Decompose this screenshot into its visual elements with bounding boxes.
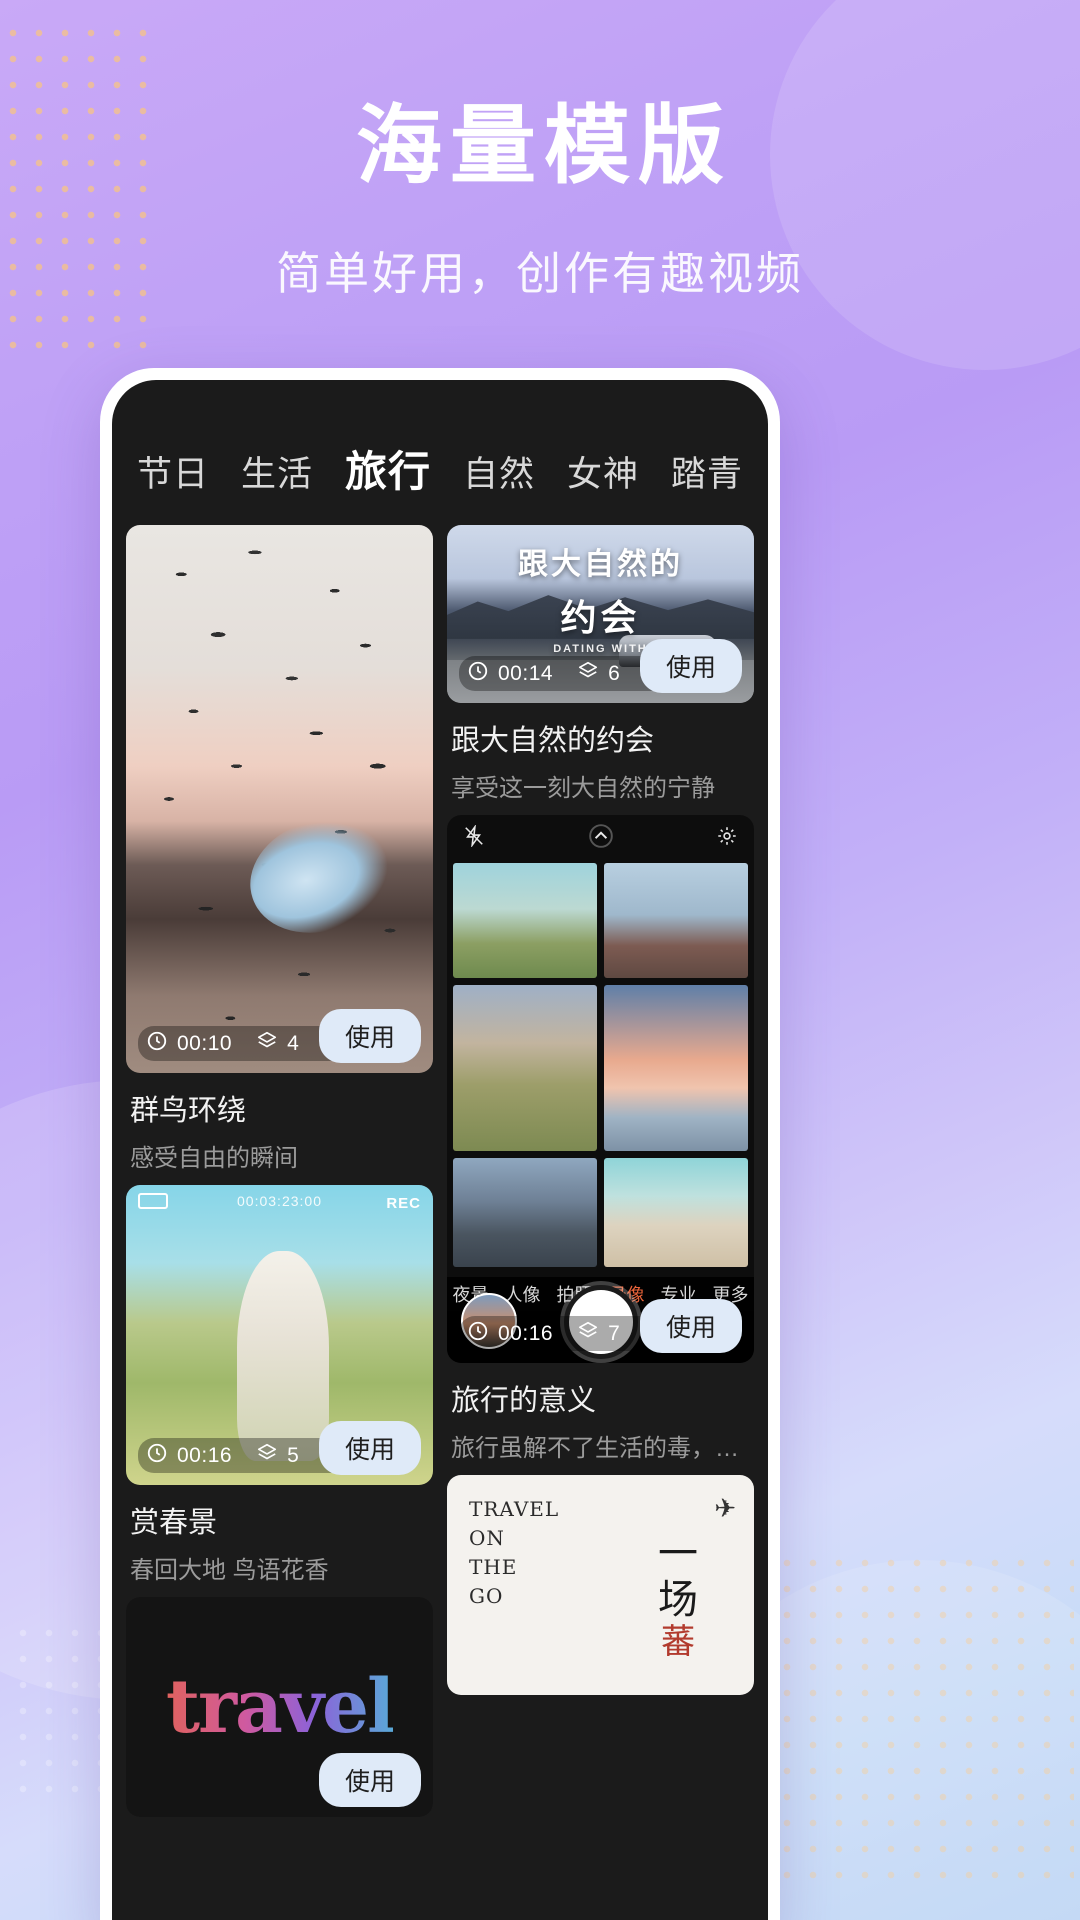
togo-cn-text: 一 场 蕃 <box>658 1531 698 1662</box>
template-overlay-text: 跟大自然的 约会 DATING WITH <box>447 539 754 655</box>
togo-line-4: GO <box>469 1584 504 1608</box>
promo-subtitle: 简单好用，创作有趣视频 <box>275 247 804 299</box>
template-description: 享受这一刻大自然的宁静 <box>451 775 715 802</box>
template-title: 旅行的意义 <box>451 1385 597 1417</box>
template-duration: 00:16 <box>498 1321 554 1345</box>
template-duration: 00:10 <box>177 1031 233 1055</box>
template-layer-count: 5 <box>287 1443 300 1467</box>
clock-icon <box>146 1030 168 1057</box>
template-layer-count: 4 <box>287 1031 300 1055</box>
dot-pattern-bottom-right <box>774 1550 1074 1880</box>
template-grid-column-left: 00:10 4 0 使用 <box>126 525 433 1817</box>
grid-photo <box>453 984 597 1152</box>
template-description: 旅行虽解不了生活的毒，却… <box>451 1435 754 1462</box>
template-card-nature-date[interactable]: 跟大自然的 约会 DATING WITH 00:14 6 使用 跟大自然的约会 … <box>447 525 754 805</box>
togo-cn-line-1: 一 <box>658 1532 698 1576</box>
camera-photo-grid <box>453 863 748 1267</box>
template-meta: 00:16 7 0 <box>459 1316 669 1351</box>
template-thumbnail[interactable]: 夜景 人像 拍照 录像 专业 更多 <box>447 815 754 1363</box>
camera-top-bar <box>447 815 754 861</box>
tab-spring-outing[interactable]: 踏青 <box>669 446 745 497</box>
template-title: 赏春景 <box>130 1507 218 1539</box>
grid-photo <box>453 863 597 978</box>
use-button[interactable]: 使用 <box>318 1009 421 1063</box>
tab-nature[interactable]: 自然 <box>461 446 537 497</box>
overlay-line-1: 跟大自然的 <box>518 548 683 582</box>
template-layer-count: 7 <box>608 1321 621 1345</box>
rec-indicator: REC <box>386 1195 421 1212</box>
use-button[interactable]: 使用 <box>318 1421 421 1475</box>
template-grid: 00:10 4 0 使用 <box>112 525 768 1817</box>
chevron-up-icon[interactable] <box>588 823 614 854</box>
layers-icon <box>577 660 599 687</box>
travel-word: travel <box>165 1664 395 1750</box>
use-button[interactable]: 使用 <box>639 1299 742 1353</box>
layers-icon <box>256 1442 278 1469</box>
grid-photo <box>604 1158 748 1267</box>
promo-text-block: 海量模版 简单好用，创作有趣视频 <box>0 100 1080 302</box>
grid-photo <box>604 863 748 978</box>
recording-timecode: 00:03:23:00 <box>237 1193 322 1209</box>
grid-photo <box>604 984 748 1152</box>
tab-life[interactable]: 生活 <box>239 446 315 497</box>
battery-icon <box>138 1193 168 1209</box>
gear-icon[interactable] <box>716 825 738 852</box>
clock-icon <box>467 1320 489 1347</box>
togo-line-2: ON <box>469 1526 505 1550</box>
airplane-icon: ✈ <box>714 1493 736 1523</box>
camera-ui-artwork: 夜景 人像 拍照 录像 专业 更多 <box>447 815 754 1363</box>
use-button[interactable]: 使用 <box>318 1753 421 1807</box>
template-card-spring[interactable]: 00:03:23:00 REC 00:16 5 使用 赏春景 春回大地 鸟语花香 <box>126 1185 433 1587</box>
togo-line-1: TRAVEL <box>469 1497 560 1521</box>
template-meta: 00:10 4 0 <box>138 1026 348 1061</box>
togo-line-3: THE <box>469 1555 518 1579</box>
promo-title: 海量模版 <box>356 98 732 194</box>
template-title: 跟大自然的约会 <box>451 725 655 757</box>
tab-travel[interactable]: 旅行 <box>343 438 433 499</box>
layers-icon <box>256 1030 278 1057</box>
category-tab-bar[interactable]: 节日 生活 旅行 自然 女神 踏青 <box>112 380 768 525</box>
birds-on-beach-artwork <box>126 525 433 1073</box>
phone-screen: 节日 生活 旅行 自然 女神 踏青 00:10 4 使用 群鸟环绕 感受自由的瞬… <box>112 380 768 1920</box>
template-card-birds[interactable]: 00:10 4 0 使用 <box>126 525 433 1175</box>
template-title: 群鸟环绕 <box>130 1095 247 1127</box>
clock-icon <box>467 660 489 687</box>
template-thumbnail[interactable]: 跟大自然的 约会 DATING WITH 00:14 6 使用 <box>447 525 754 703</box>
template-thumbnail[interactable]: 00:10 4 0 使用 <box>126 525 433 1073</box>
travel-on-the-go-artwork: TRAVEL ON THE GO ✈ 一 场 蕃 <box>447 1475 754 1695</box>
template-duration: 00:16 <box>177 1443 233 1467</box>
togo-cn-accent: 蕃 <box>661 1623 695 1661</box>
phone-mockup: 节日 生活 旅行 自然 女神 踏青 00:10 4 使用 群鸟环绕 感受自由的瞬… <box>100 368 780 1920</box>
template-card-travel-meaning[interactable]: 夜景 人像 拍照 录像 专业 更多 <box>447 815 754 1465</box>
template-layer-count: 6 <box>608 661 621 685</box>
template-thumbnail[interactable]: 00:03:23:00 REC 00:16 5 使用 <box>126 1185 433 1485</box>
grid-photo <box>453 1158 597 1267</box>
template-thumbnail[interactable]: TRAVEL ON THE GO ✈ 一 场 蕃 <box>447 1475 754 1695</box>
use-button[interactable]: 使用 <box>639 639 742 693</box>
clock-icon <box>146 1442 168 1469</box>
togo-text-block: TRAVEL ON THE GO <box>469 1495 559 1611</box>
template-description: 春回大地 鸟语花香 <box>130 1557 329 1584</box>
template-thumbnail[interactable]: travel 使用 <box>126 1597 433 1817</box>
flash-off-icon[interactable] <box>463 823 485 852</box>
template-meta: 00:14 6 0 <box>459 656 669 691</box>
template-description: 感受自由的瞬间 <box>130 1145 298 1172</box>
template-meta: 00:16 5 0 <box>138 1438 348 1473</box>
tab-festival[interactable]: 节日 <box>135 446 211 497</box>
template-card-travel-word[interactable]: travel 使用 <box>126 1597 433 1817</box>
template-grid-column-right: 跟大自然的 约会 DATING WITH 00:14 6 使用 跟大自然的约会 … <box>447 525 754 1817</box>
layers-icon <box>577 1320 599 1347</box>
template-card-travel-on-the-go[interactable]: TRAVEL ON THE GO ✈ 一 场 蕃 <box>447 1475 754 1695</box>
togo-cn-line-2: 场 <box>658 1578 698 1622</box>
overlay-line-2: 约会 <box>560 597 641 639</box>
template-duration: 00:14 <box>498 661 554 685</box>
tab-goddess[interactable]: 女神 <box>565 446 641 497</box>
